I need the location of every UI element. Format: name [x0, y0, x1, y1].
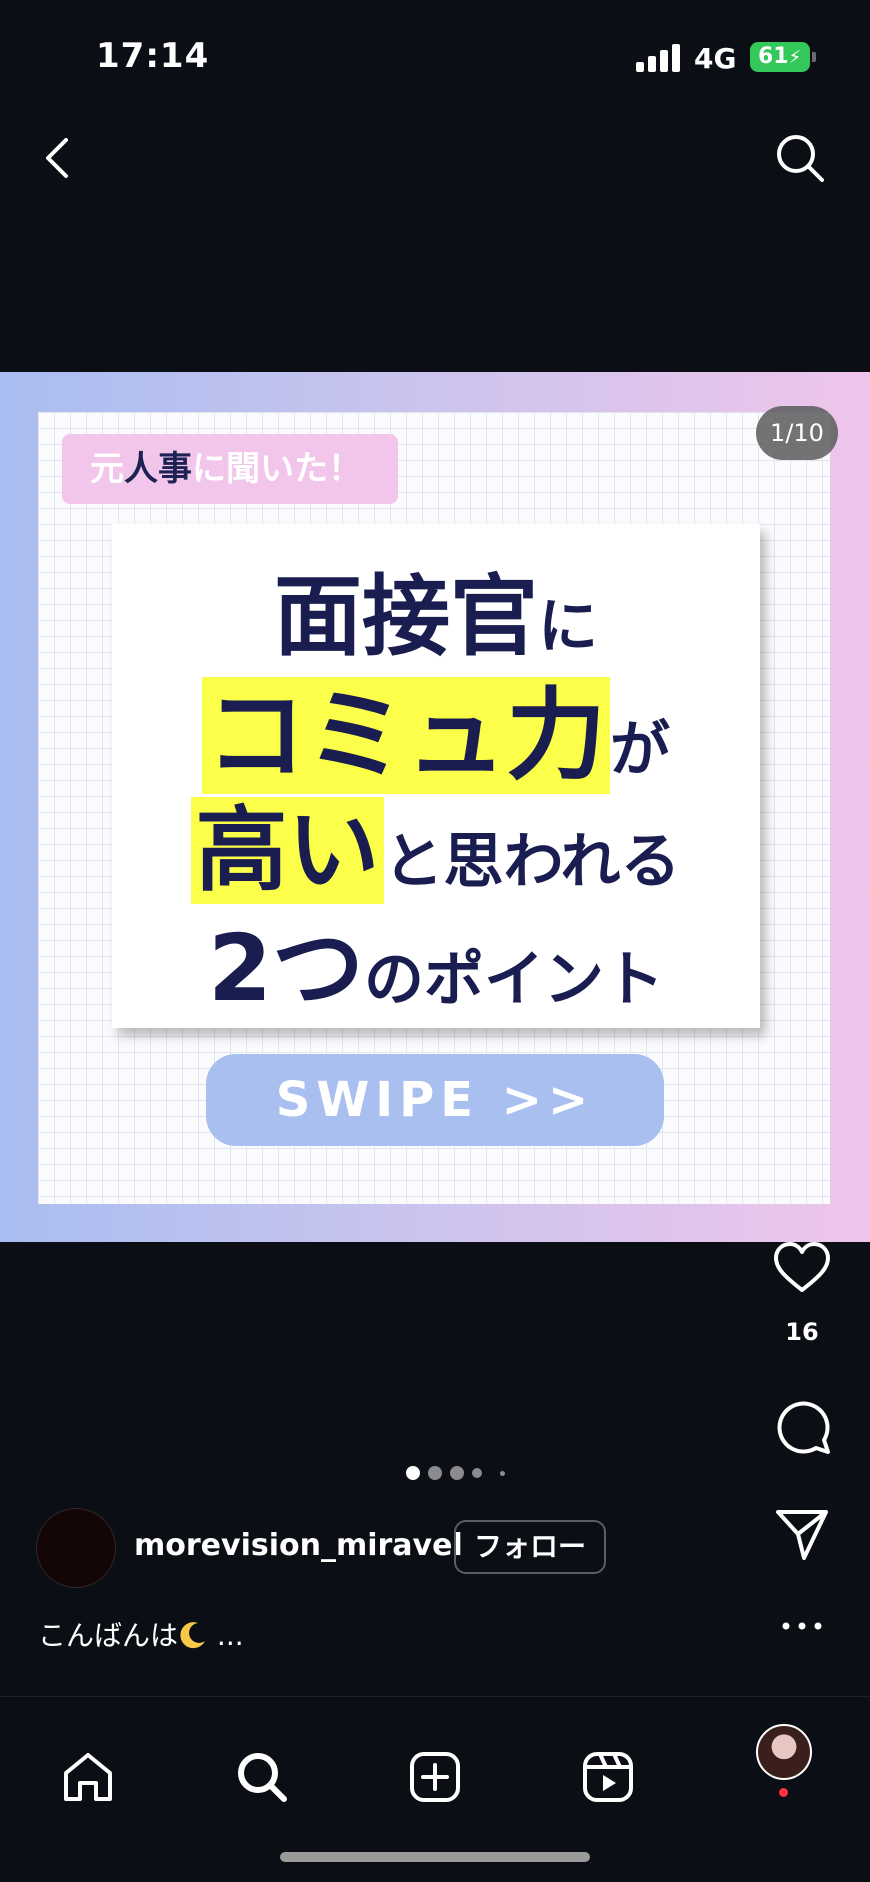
more-icon [782, 1622, 822, 1630]
carousel-dot [450, 1466, 464, 1480]
carousel-dot [500, 1471, 505, 1476]
status-bar: 17:14 4G 61⚡ [0, 0, 870, 110]
headline-line-3: 高いと思われる [112, 776, 760, 909]
carousel-dot [406, 1466, 420, 1480]
post-caption[interactable]: こんばんは ... [38, 1614, 244, 1654]
tab-profile-avatar[interactable] [756, 1724, 812, 1780]
home-indicator[interactable] [280, 1852, 590, 1862]
like-button[interactable] [772, 1238, 832, 1298]
post-tag: 元人事に聞いた！ [62, 434, 398, 504]
notification-dot [779, 1788, 788, 1797]
more-options-button[interactable] [772, 1596, 832, 1656]
carousel-dot [428, 1466, 442, 1480]
search-icon [238, 1753, 287, 1802]
tab-search[interactable] [232, 1747, 292, 1807]
back-chevron-icon [46, 138, 68, 178]
author-username[interactable]: morevision_miravel [134, 1528, 463, 1563]
reels-icon [583, 1752, 633, 1802]
headline-3a: 高い [191, 797, 384, 904]
headline-4b: のポイント [364, 945, 664, 1015]
comment-button[interactable] [772, 1396, 832, 1456]
network-type: 4G [694, 42, 737, 75]
status-time: 17:14 [96, 36, 210, 76]
carousel-dot [472, 1468, 482, 1478]
search-button[interactable] [770, 128, 830, 188]
battery-icon: 61⚡ [750, 42, 816, 72]
tag-prefix: 元 [90, 449, 124, 489]
crescent-moon-icon [180, 1622, 206, 1649]
home-icon [64, 1753, 112, 1801]
heart-icon [774, 1242, 830, 1292]
tab-reels[interactable] [578, 1747, 638, 1807]
caption-more[interactable]: ... [208, 1619, 244, 1652]
swipe-banner: SWIPE >> [206, 1054, 664, 1146]
headline-line-4: 2つのポイント [112, 894, 760, 1027]
author-avatar[interactable] [36, 1508, 116, 1588]
search-icon [777, 135, 824, 182]
signal-icon [636, 44, 680, 72]
headline-card: 面接官に コミュ力が 高いと思われる 2つのポイント [112, 524, 760, 1028]
headline-2b: が [610, 715, 670, 785]
follow-button[interactable]: フォロー [454, 1520, 606, 1574]
plus-square-icon [410, 1752, 460, 1802]
tab-create[interactable] [405, 1747, 465, 1807]
battery-level: 61 [758, 44, 789, 69]
headline-1a: 面接官 [273, 565, 538, 668]
like-count: 16 [785, 1318, 819, 1346]
send-icon [776, 1510, 828, 1560]
share-button[interactable] [772, 1504, 832, 1564]
tag-bold: 人事 [124, 449, 192, 489]
headline-4a: 2つ [207, 915, 364, 1022]
tab-home[interactable] [58, 1747, 118, 1807]
headline-1b: に [538, 592, 598, 662]
comment-icon [777, 1401, 830, 1454]
image-counter: 1/10 [756, 406, 838, 460]
headline-3b: と思われる [383, 827, 681, 897]
back-button[interactable] [30, 128, 90, 188]
caption-text: こんばんは [38, 1619, 179, 1652]
tag-suffix: に聞いた！ [192, 449, 362, 489]
